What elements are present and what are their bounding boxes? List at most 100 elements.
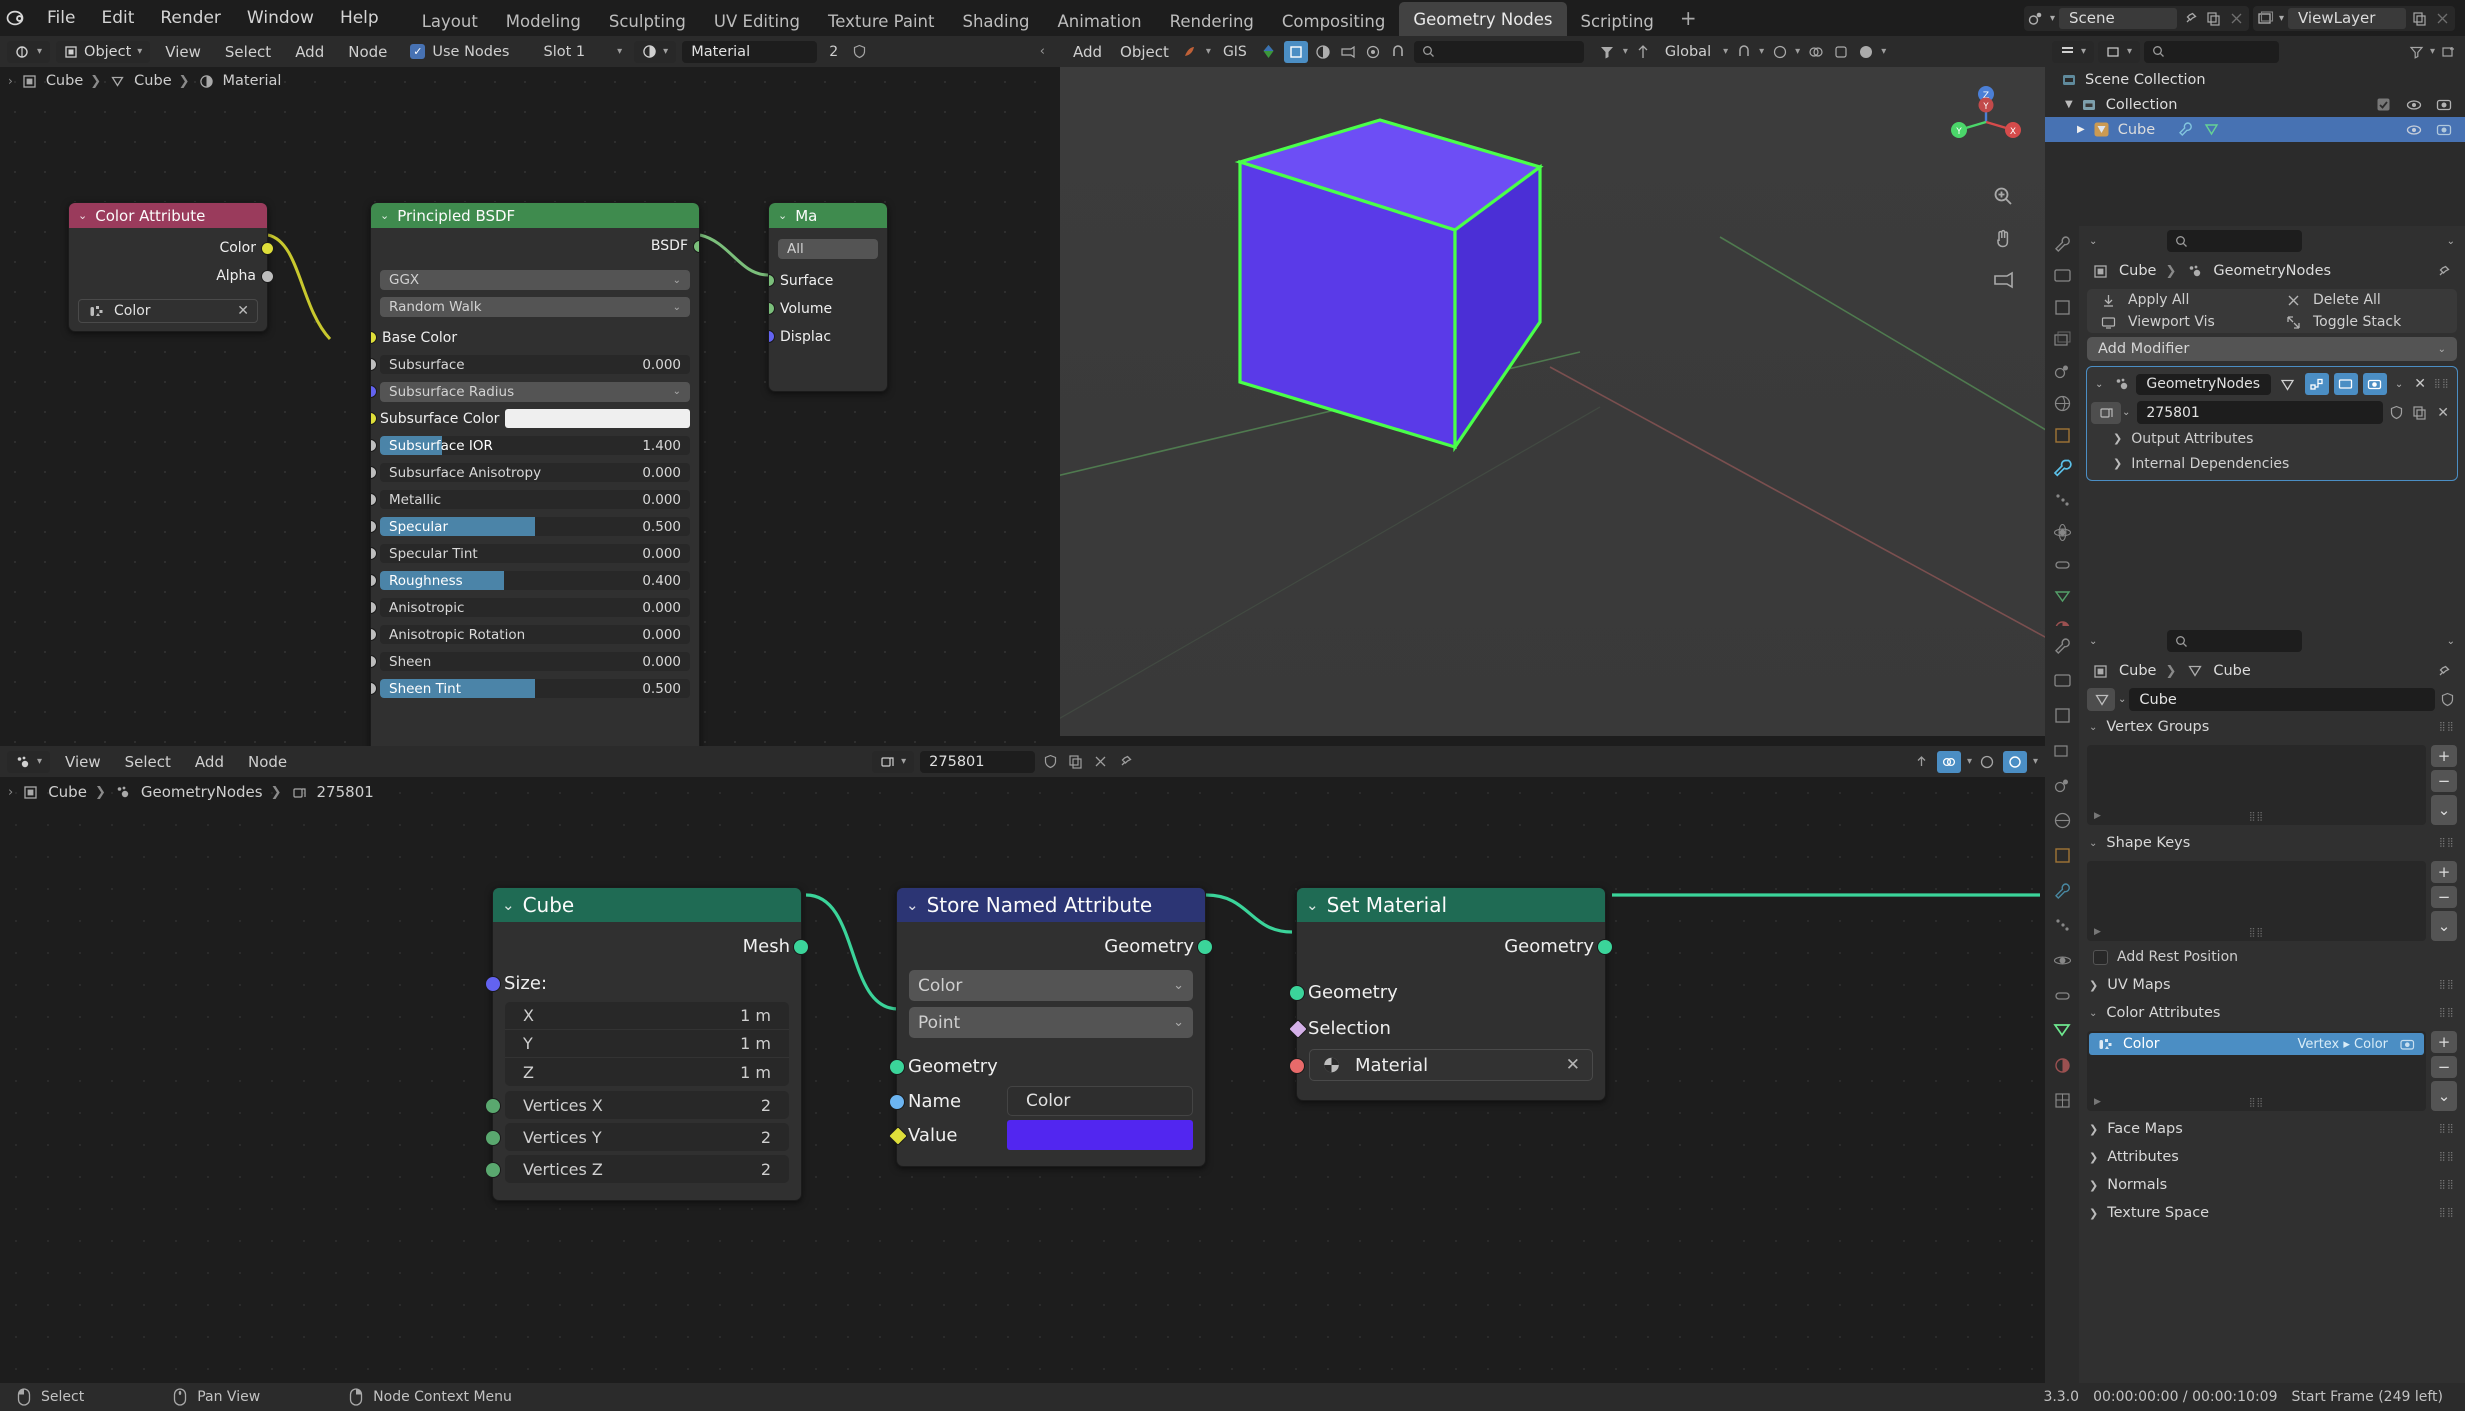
shape-key-specials-button[interactable]: ⌄ — [2431, 911, 2457, 941]
shape-keys-list[interactable]: ▶ ⣿⣿ + − ⌄ — [2087, 861, 2457, 941]
blender-logo-icon[interactable] — [0, 0, 34, 36]
material-name-field[interactable]: Material — [682, 40, 818, 63]
socket-roughness-in[interactable] — [371, 574, 377, 587]
tab-object-icon[interactable] — [2051, 426, 2073, 445]
tab-data-icon[interactable] — [2051, 587, 2073, 606]
node-options-icon[interactable] — [1978, 752, 1997, 771]
shader-menu-view[interactable]: View — [156, 36, 210, 67]
node-material-output[interactable]: ⌄ Ma All Surface Volume Displac — [768, 202, 888, 392]
gizmo-toggle-icon[interactable] — [2002, 750, 2027, 773]
collapse-chevron-icon[interactable]: ⌄ — [2091, 379, 2107, 390]
node-principled-bsdf[interactable]: ⌄ Principled BSDF BSDF GGX ⌄ Random Walk… — [370, 202, 700, 822]
workspace-tab-modeling[interactable]: Modeling — [492, 6, 595, 36]
scene-name[interactable]: Scene — [2058, 7, 2177, 29]
material-browse-selector[interactable]: ▾ — [634, 40, 677, 63]
panel-vertex-groups[interactable]: ⌄ Vertex Groups ⣿⣿ — [2079, 713, 2465, 741]
target-dropdown[interactable]: All — [778, 239, 878, 259]
add-rest-position-row[interactable]: Add Rest Position — [2079, 945, 2465, 971]
drag-handle-icon[interactable]: ⣿⣿ — [2439, 1153, 2455, 1162]
value-color-swatch[interactable] — [1007, 1120, 1193, 1150]
render-toggle-icon[interactable] — [2362, 373, 2387, 395]
param-specular[interactable]: Specular 0.500 — [380, 517, 690, 536]
object-mode-icon[interactable] — [1181, 42, 1200, 61]
shader-menu-add[interactable]: Add — [286, 36, 333, 67]
subsurface-color-swatch[interactable] — [505, 409, 690, 428]
domain-dropdown[interactable]: Point ⌄ — [909, 1007, 1193, 1038]
transform-orientation-label[interactable]: Global — [1659, 36, 1717, 67]
slot-chevron-icon[interactable]: ▾ — [617, 46, 622, 57]
clear-material-icon[interactable]: ✕ — [1566, 1055, 1580, 1075]
node-tree-name-field[interactable]: 275801 — [920, 750, 1036, 773]
tab-object-icon[interactable] — [2051, 844, 2073, 866]
socket-vertices-z-in[interactable] — [485, 1162, 501, 1178]
node-group-name-field[interactable]: 275801 — [2137, 401, 2384, 424]
mesh-name-field[interactable]: Cube — [2129, 688, 2435, 711]
vertices-x-field[interactable]: Vertices X 2 — [505, 1091, 789, 1119]
display-mode-selector[interactable]: ▾ — [2098, 40, 2141, 63]
section-output-attributes[interactable]: ❯ Output Attributes — [2091, 426, 2453, 451]
mesh-browse-icon[interactable] — [2087, 688, 2115, 711]
tab-modifier-icon[interactable] — [2051, 879, 2073, 901]
zoom-icon[interactable] — [1989, 182, 2017, 210]
color-attribute-name[interactable]: Color — [114, 303, 151, 319]
tab-viewlayer-icon[interactable] — [2051, 330, 2073, 349]
gis-globe-icon[interactable] — [1259, 42, 1278, 61]
node-geo-cube[interactable]: ⌄ Cube Mesh Size: X 1 m Y 1 m Z 1 m Vert… — [485, 887, 809, 1201]
panel-face-maps[interactable]: ❯ Face Maps ⣿⣿ — [2079, 1115, 2465, 1143]
param-sheen-tint[interactable]: Sheen Tint 0.500 — [380, 679, 690, 698]
remove-color-attribute-button[interactable]: − — [2431, 1056, 2457, 1078]
material-selector-field[interactable]: Material ✕ — [1309, 1049, 1593, 1081]
camera-view-icon[interactable] — [1989, 266, 2017, 294]
socket-geometry-out[interactable] — [1597, 939, 1613, 955]
socket-material-in[interactable] — [1289, 1058, 1305, 1074]
add-shape-key-button[interactable]: + — [2431, 861, 2457, 883]
shield-icon[interactable] — [2387, 403, 2406, 422]
vertex-group-specials-button[interactable]: ⌄ — [2431, 795, 2457, 825]
checkbox-icon[interactable] — [2374, 95, 2393, 114]
camera-icon[interactable] — [2434, 95, 2453, 114]
new-viewlayer-icon[interactable] — [2410, 9, 2429, 28]
chevron-down-icon[interactable]: ▾ — [2033, 756, 2038, 767]
tab-modifier-icon[interactable] — [2051, 458, 2073, 478]
socket-bsdf-out[interactable] — [693, 240, 699, 253]
chevron-down-icon[interactable]: ▾ — [1759, 46, 1764, 57]
node-color-attribute[interactable]: ⌄ Color Attribute Color Alpha Color ✕ — [68, 202, 274, 332]
use-nodes-toggle[interactable]: ✓ Use Nodes — [410, 44, 510, 60]
collapse-chevron-icon[interactable]: ⌄ — [78, 209, 87, 222]
collapse-chevron-icon[interactable]: ⌄ — [380, 209, 389, 222]
shader-menu-select[interactable]: Select — [216, 36, 280, 67]
panel-attributes[interactable]: ❯ Attributes ⣿⣿ — [2079, 1143, 2465, 1171]
section-internal-dependencies[interactable]: ❯ Internal Dependencies — [2091, 451, 2453, 476]
edit-mode-display-toggle-icon[interactable] — [2276, 373, 2300, 395]
socket-geometry-in[interactable] — [1289, 985, 1305, 1001]
tab-render-icon[interactable] — [2051, 266, 2073, 285]
menu-file[interactable]: File — [34, 0, 88, 36]
tab-viewlayer-icon[interactable] — [2051, 739, 2073, 761]
tab-output-icon[interactable] — [2051, 704, 2073, 726]
socket-subsurface-in[interactable] — [371, 358, 377, 371]
chevron-down-icon[interactable]: ⌄ — [2089, 236, 2097, 247]
param-metallic[interactable]: Metallic 0.000 — [380, 490, 690, 509]
param-sheen[interactable]: Sheen 0.000 — [380, 652, 690, 671]
tab-tool-icon[interactable] — [2051, 234, 2073, 253]
geo-menu-view[interactable]: View — [56, 746, 110, 777]
socket-name-in[interactable] — [889, 1094, 905, 1110]
viewlayer-name[interactable]: ViewLayer — [2288, 7, 2406, 29]
shading-sphere-icon[interactable] — [1314, 42, 1333, 61]
outliner-row-scene-collection[interactable]: Scene Collection — [2045, 67, 2465, 92]
tab-physics-icon[interactable] — [2051, 523, 2073, 542]
workspace-tab-shading[interactable]: Shading — [948, 6, 1043, 36]
socket-size-in[interactable] — [485, 976, 501, 992]
panel-shape-keys[interactable]: ⌄ Shape Keys ⣿⣿ — [2079, 829, 2465, 857]
geo-menu-add[interactable]: Add — [186, 746, 233, 777]
snap-arrow-icon[interactable] — [1912, 752, 1931, 771]
param-roughness[interactable]: Roughness 0.400 — [380, 571, 690, 590]
chevron-down-icon[interactable]: ⌄ — [2122, 407, 2130, 418]
size-z-field[interactable]: Z 1 m — [505, 1058, 789, 1086]
tab-scene-icon[interactable] — [2051, 362, 2073, 381]
properties-search-input[interactable] — [2167, 230, 2303, 252]
socket-subsurface-anisotropy-in[interactable] — [371, 466, 377, 479]
collapse-chevron-icon[interactable]: ⌄ — [778, 209, 787, 222]
tab-world-icon[interactable] — [2051, 809, 2073, 831]
gis-menu[interactable]: GIS — [1217, 36, 1253, 67]
